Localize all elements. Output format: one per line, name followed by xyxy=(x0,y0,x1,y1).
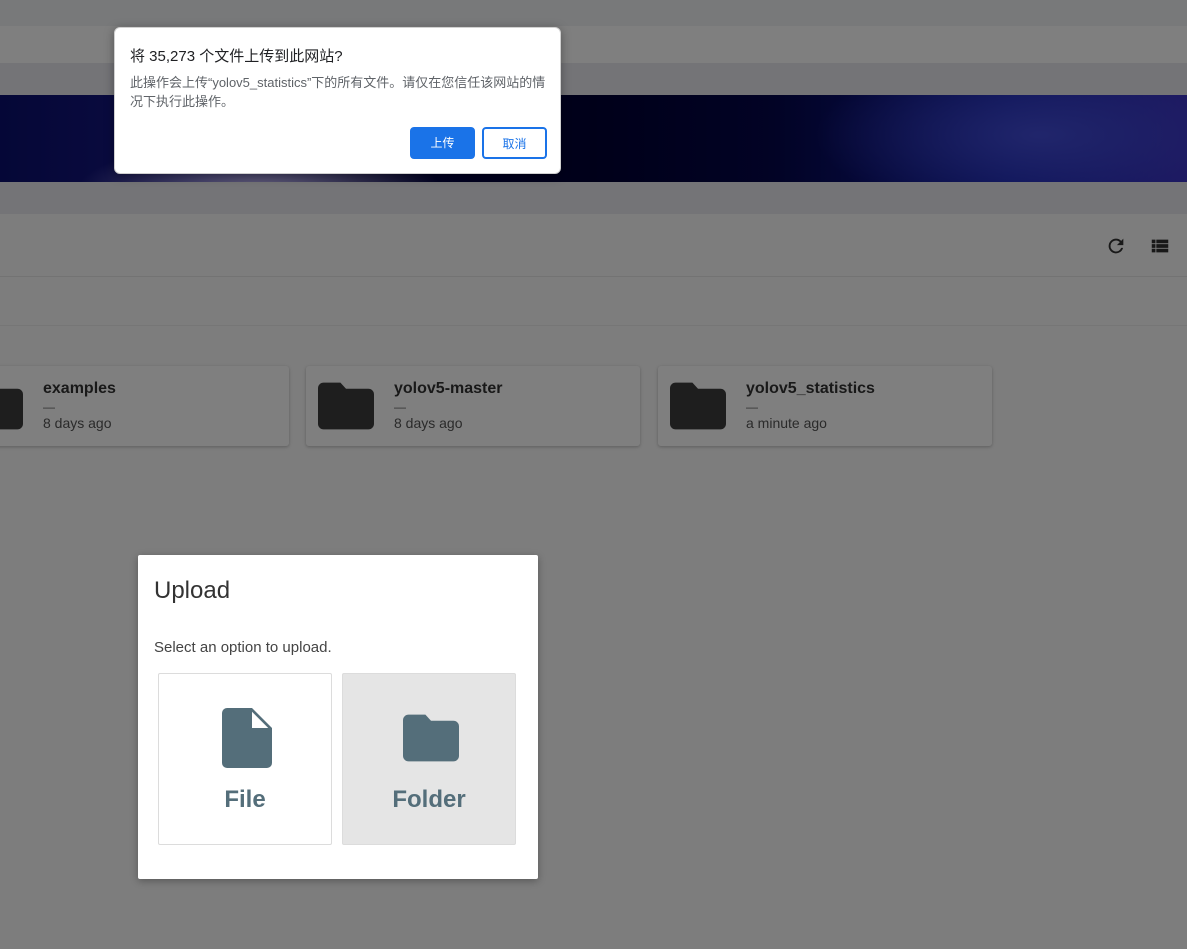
confirm-upload-button[interactable]: 上传 xyxy=(410,127,475,159)
confirm-cancel-button[interactable]: 取消 xyxy=(482,127,547,159)
upload-confirm-dialog: 将 35,273 个文件上传到此网站? 此操作会上传“yolov5_statis… xyxy=(114,27,561,174)
upload-dialog: Upload Select an option to upload. File … xyxy=(138,555,538,879)
upload-folder-label: Folder xyxy=(392,786,466,813)
upload-dialog-title: Upload xyxy=(154,577,231,604)
confirm-title: 将 35,273 个文件上传到此网站? xyxy=(130,48,343,65)
upload-file-label: File xyxy=(224,786,266,813)
file-icon xyxy=(222,708,272,768)
upload-folder-button[interactable]: Folder xyxy=(342,673,516,845)
confirm-message: 此操作会上传“yolov5_statistics”下的所有文件。请仅在您信任该网… xyxy=(130,75,546,109)
folder-icon xyxy=(403,714,459,762)
upload-file-button[interactable]: File xyxy=(158,673,332,845)
upload-dialog-description: Select an option to upload. xyxy=(154,639,332,656)
